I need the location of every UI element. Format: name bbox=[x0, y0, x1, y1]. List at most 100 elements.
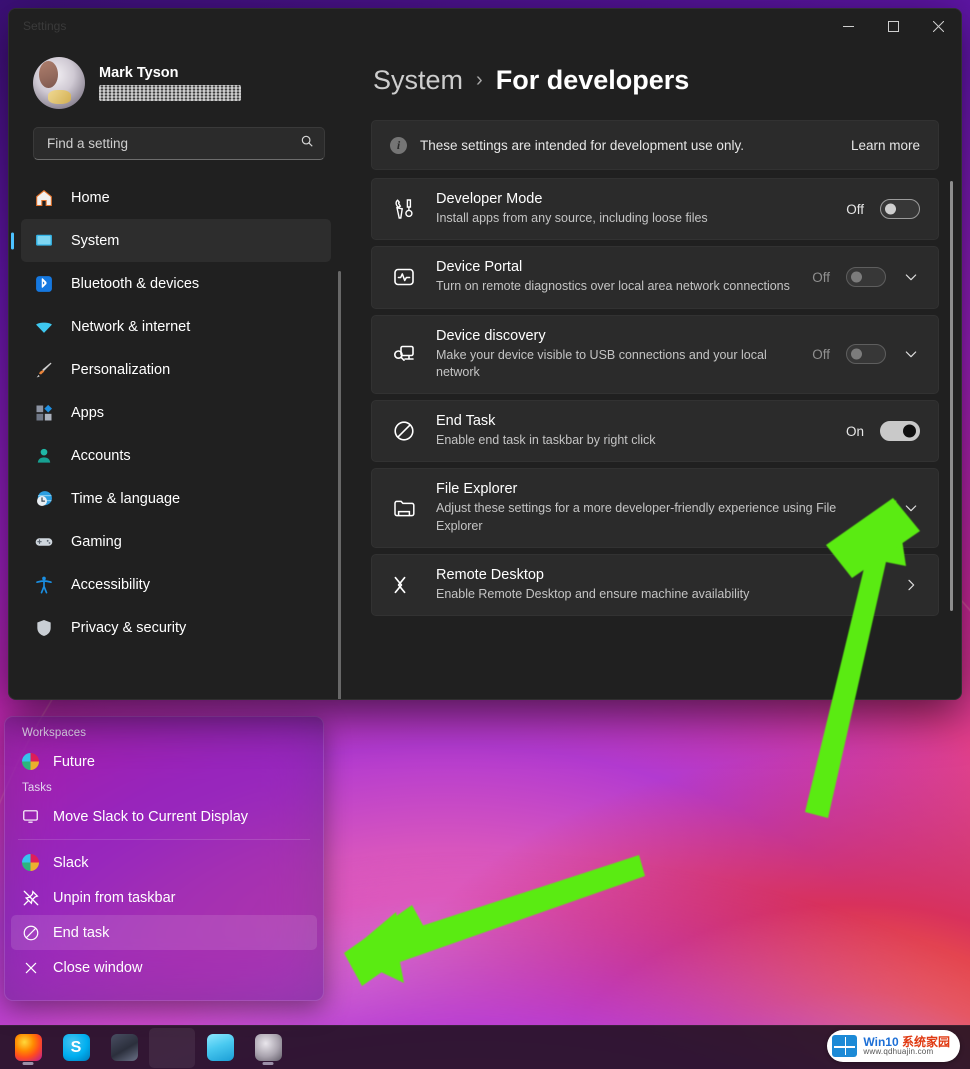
sidebar-item-system[interactable]: System bbox=[21, 219, 331, 262]
content-scrollbar[interactable] bbox=[950, 181, 953, 611]
device-portal-toggle[interactable] bbox=[846, 267, 886, 288]
accessibility-icon bbox=[33, 574, 54, 595]
setting-card-file-explorer[interactable]: File Explorer Adjust these settings for a… bbox=[371, 468, 939, 548]
sidebar-item-label: System bbox=[71, 232, 120, 249]
sidebar-nav: Home System Bluetooth & devices Network & i… bbox=[9, 176, 349, 649]
setting-card-device-portal[interactable]: Device Portal Turn on remote diagnostics … bbox=[371, 246, 939, 309]
context-menu-item-label: Move Slack to Current Display bbox=[53, 808, 249, 825]
context-menu-item-close-window[interactable]: Close window bbox=[11, 950, 317, 985]
device-discovery-toggle[interactable] bbox=[846, 344, 886, 365]
chevron-right-icon[interactable] bbox=[902, 577, 920, 593]
user-email-redacted bbox=[99, 85, 241, 101]
maximize-button[interactable] bbox=[871, 9, 916, 43]
sidebar-item-label: Privacy & security bbox=[71, 619, 187, 636]
sidebar-item-privacy-security[interactable]: Privacy & security bbox=[21, 606, 331, 649]
sidebar-item-bluetooth-devices[interactable]: Bluetooth & devices bbox=[21, 262, 331, 305]
firefox-icon bbox=[14, 1034, 42, 1061]
breadcrumb-parent[interactable]: System bbox=[373, 65, 463, 96]
breadcrumb[interactable]: System › For developers bbox=[373, 65, 939, 96]
sidebar-item-time-language[interactable]: Time & language bbox=[21, 477, 331, 520]
taskbar-item-notepad[interactable] bbox=[197, 1028, 243, 1068]
context-menu-header-tasks: Tasks bbox=[22, 782, 52, 794]
setting-subtitle: Enable Remote Desktop and ensure machine… bbox=[436, 586, 750, 601]
close-button[interactable] bbox=[916, 9, 961, 43]
sidebar-item-personalization[interactable]: Personalization bbox=[21, 348, 331, 391]
info-banner: i These settings are intended for develo… bbox=[371, 120, 939, 170]
watermark-url: www.qdhuajin.com bbox=[863, 1047, 934, 1057]
bluetooth-icon bbox=[33, 273, 54, 294]
clock-globe-icon bbox=[33, 488, 54, 509]
chevron-down-icon[interactable] bbox=[902, 500, 920, 516]
context-menu-item-move-slack[interactable]: Move Slack to Current Display bbox=[11, 799, 317, 834]
search-icon[interactable] bbox=[300, 134, 314, 153]
sidebar-item-home[interactable]: Home bbox=[21, 176, 331, 219]
setting-card-developer-mode[interactable]: Developer Mode Install apps from any sour… bbox=[371, 178, 939, 241]
sidebar-item-label: Home bbox=[71, 189, 110, 206]
apps-icon bbox=[33, 402, 54, 423]
block-icon bbox=[390, 419, 418, 443]
skype-icon: S bbox=[62, 1034, 90, 1061]
context-menu-item-label: Unpin from taskbar bbox=[53, 889, 176, 906]
wifi-icon bbox=[33, 316, 54, 337]
taskbar-context-menu[interactable]: Workspaces Future Tasks Move Slack to Cu… bbox=[4, 716, 324, 1001]
taskbar-item-skype[interactable]: S bbox=[53, 1028, 99, 1068]
sidebar-item-accounts[interactable]: Accounts bbox=[21, 434, 331, 477]
sidebar-item-label: Accessibility bbox=[71, 576, 150, 593]
learn-more-link[interactable]: Learn more bbox=[851, 138, 920, 153]
settings-window[interactable]: Settings Mark Tyson Find a setting Home … bbox=[8, 8, 962, 700]
slack-icon bbox=[21, 752, 40, 771]
sidebar-item-accessibility[interactable]: Accessibility bbox=[21, 563, 331, 606]
chevron-down-icon[interactable] bbox=[902, 346, 920, 362]
sidebar-item-apps[interactable]: Apps bbox=[21, 391, 331, 434]
context-menu-item-label: Future bbox=[53, 753, 95, 770]
end-task-toggle[interactable] bbox=[880, 421, 920, 442]
slack-icon bbox=[21, 853, 40, 872]
context-menu-item-label: Close window bbox=[53, 959, 143, 976]
setting-title: Remote Desktop bbox=[436, 566, 544, 583]
setting-card-device-discovery[interactable]: Device discovery Make your device visible… bbox=[371, 314, 939, 394]
setting-card-remote-desktop[interactable]: Remote Desktop Enable Remote Desktop and … bbox=[371, 553, 939, 616]
sidebar-item-label: Apps bbox=[71, 404, 105, 421]
setting-subtitle: Adjust these settings for a more develop… bbox=[436, 501, 837, 533]
setting-title: Device Portal bbox=[436, 259, 523, 276]
setting-card-end-task[interactable]: End Task Enable end task in taskbar by ri… bbox=[371, 400, 939, 463]
setting-subtitle: Turn on remote diagnostics over local ar… bbox=[436, 279, 790, 294]
search-input[interactable]: Find a setting bbox=[33, 127, 325, 160]
minimize-button[interactable] bbox=[826, 9, 871, 43]
sidebar-item-network-internet[interactable]: Network & internet bbox=[21, 305, 331, 348]
sidebar-item-label: Time & language bbox=[71, 490, 181, 507]
context-menu-item-future[interactable]: Future bbox=[11, 744, 317, 779]
window-titlebar[interactable]: Settings bbox=[9, 9, 961, 43]
context-menu-item-unpin[interactable]: Unpin from taskbar bbox=[11, 880, 317, 915]
device-discovery-icon bbox=[390, 342, 418, 366]
folder-icon bbox=[390, 496, 418, 520]
context-menu-item-slack[interactable]: Slack bbox=[11, 845, 317, 880]
taskbar[interactable]: S bbox=[0, 1025, 970, 1069]
context-menu-item-label: End task bbox=[53, 924, 110, 941]
setting-title: Device discovery bbox=[436, 327, 546, 344]
taskbar-item-firefox[interactable] bbox=[5, 1028, 51, 1068]
setting-subtitle: Enable end task in taskbar by right clic… bbox=[436, 433, 656, 447]
unpin-icon bbox=[21, 888, 40, 907]
user-profile[interactable]: Mark Tyson bbox=[9, 43, 349, 109]
setting-title: End Task bbox=[436, 413, 496, 429]
sidebar-item-label: Bluetooth & devices bbox=[71, 275, 200, 292]
setting-title: File Explorer bbox=[436, 481, 518, 498]
page-title: For developers bbox=[495, 65, 690, 95]
setting-state: Off bbox=[812, 269, 830, 285]
user-name: Mark Tyson bbox=[99, 65, 179, 81]
taskbar-item-hippo-app[interactable] bbox=[245, 1028, 291, 1068]
context-menu-divider bbox=[18, 839, 310, 840]
settings-sidebar[interactable]: Mark Tyson Find a setting Home System Blue… bbox=[9, 43, 349, 699]
taskbar-item-empty-slot[interactable] bbox=[149, 1027, 195, 1068]
close-icon bbox=[21, 958, 40, 977]
chevron-down-icon[interactable] bbox=[902, 269, 920, 285]
sidebar-item-gaming[interactable]: Gaming bbox=[21, 520, 331, 563]
pulse-icon bbox=[390, 265, 418, 289]
window-controls[interactable] bbox=[826, 9, 961, 43]
avatar bbox=[33, 57, 85, 109]
context-menu-item-end-task[interactable]: End task bbox=[11, 915, 317, 950]
sidebar-scrollbar[interactable] bbox=[338, 271, 341, 699]
taskbar-item-dark-app[interactable] bbox=[101, 1028, 147, 1068]
developer-mode-toggle[interactable] bbox=[880, 199, 920, 220]
